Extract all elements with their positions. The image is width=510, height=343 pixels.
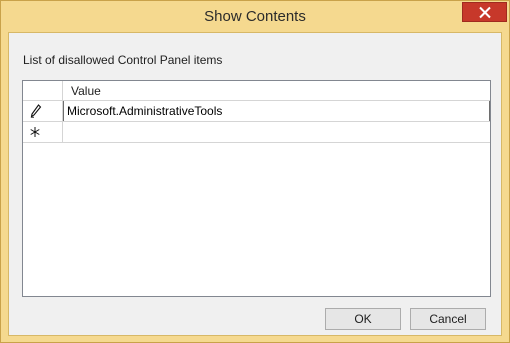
table-row-new[interactable] (23, 122, 490, 143)
value-cell[interactable] (63, 122, 490, 142)
cancel-button[interactable]: Cancel (410, 308, 486, 330)
grid-corner-header[interactable] (23, 81, 63, 100)
dialog-body: List of disallowed Control Panel items V… (8, 32, 502, 336)
row-header[interactable] (23, 122, 63, 142)
row-header[interactable] (23, 101, 63, 121)
show-contents-dialog: Show Contents List of disallowed Control… (0, 0, 510, 343)
table-row[interactable]: Microsoft.AdministrativeTools (23, 101, 490, 122)
value-cell[interactable]: Microsoft.AdministrativeTools (63, 101, 490, 121)
title-bar[interactable]: Show Contents (1, 1, 509, 32)
close-button[interactable] (462, 2, 507, 22)
close-icon (479, 6, 491, 19)
values-grid[interactable]: Value Microsoft.AdministrativeTools (22, 80, 491, 297)
grid-header: Value (23, 81, 490, 101)
list-caption: List of disallowed Control Panel items (23, 53, 223, 67)
value-column-header[interactable]: Value (71, 84, 101, 98)
pencil-icon (30, 104, 42, 118)
ok-button[interactable]: OK (325, 308, 401, 330)
new-row-icon (30, 127, 40, 137)
window-title: Show Contents (204, 8, 306, 25)
